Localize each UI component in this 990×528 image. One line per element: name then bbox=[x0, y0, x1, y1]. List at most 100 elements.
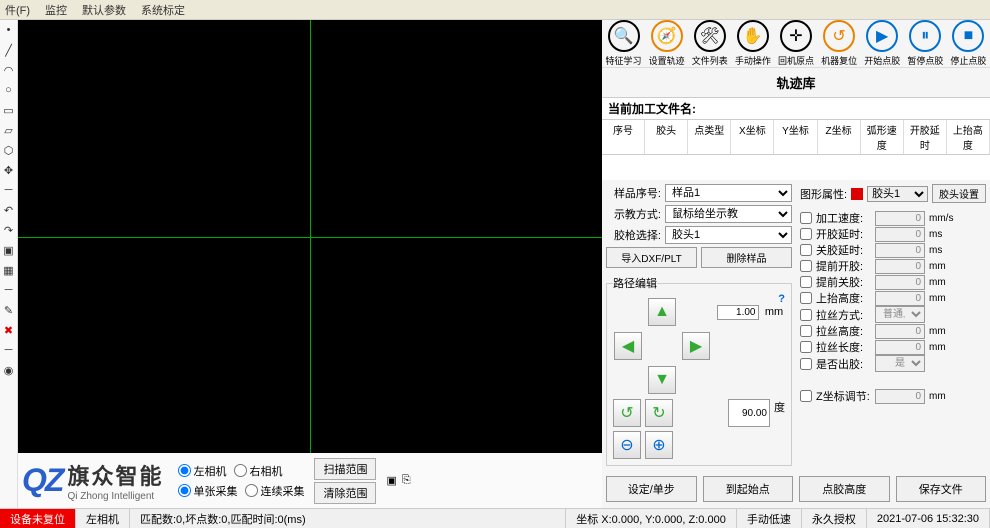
tool-arc-icon[interactable]: ◠ bbox=[0, 60, 17, 80]
z-adjust-check[interactable] bbox=[800, 390, 812, 402]
toolbar-btn-4[interactable]: ✛回机原点 bbox=[778, 20, 814, 67]
capture-cont-radio[interactable]: 连续采集 bbox=[245, 483, 304, 499]
head-settings-button[interactable]: 胶头设置 bbox=[932, 184, 986, 203]
tool-del-icon[interactable]: ✖ bbox=[0, 320, 17, 340]
param-check-5[interactable] bbox=[800, 292, 812, 304]
sample-select[interactable]: 样品1 bbox=[665, 184, 792, 202]
param-value-1[interactable]: 0 bbox=[875, 227, 925, 242]
menubar: 件(F) 监控 默认参数 系统标定 bbox=[0, 0, 990, 20]
rotate-ccw-button[interactable]: ↺ bbox=[613, 399, 641, 427]
viewport[interactable] bbox=[18, 20, 602, 453]
status-camera: 左相机 bbox=[76, 509, 130, 528]
path-edit-panel: 路径编辑 ? ▲ mm ◀▶ ▼ ↺ ↻ 度 bbox=[606, 275, 792, 466]
toolbar-btn-0[interactable]: 🔍特征学习 bbox=[606, 20, 642, 67]
tool-redo-icon[interactable]: ↷ bbox=[0, 220, 17, 240]
param-check-9[interactable] bbox=[800, 358, 812, 370]
toolbar-btn-6[interactable]: ▶开始点胶 bbox=[864, 20, 900, 67]
toolbar-btn-7[interactable]: ⏸暂停点胶 bbox=[907, 20, 943, 67]
head-select[interactable]: 胶头1 bbox=[665, 226, 792, 244]
attr-head-select[interactable]: 胶头1 bbox=[867, 186, 928, 202]
scan-range-button[interactable]: 扫描范围 bbox=[314, 458, 376, 480]
tool-copy-icon[interactable]: ▣ bbox=[0, 240, 17, 260]
rotate-cw-button[interactable]: ↻ bbox=[645, 399, 673, 427]
menu-defaults[interactable]: 默认参数 bbox=[82, 2, 126, 18]
col-header: 上抬高度 bbox=[947, 120, 990, 154]
table-body[interactable] bbox=[602, 155, 990, 180]
tool-grid-icon[interactable]: ▦ bbox=[0, 260, 17, 280]
arrow-right-button[interactable]: ▶ bbox=[682, 332, 710, 360]
camera-right-radio[interactable]: 右相机 bbox=[234, 463, 282, 479]
param-value-0[interactable]: 0 bbox=[875, 211, 925, 226]
tool-circle-icon[interactable]: ○ bbox=[0, 80, 17, 100]
param-value-4[interactable]: 0 bbox=[875, 275, 925, 290]
menu-file[interactable]: 件(F) bbox=[5, 2, 30, 18]
toolbar-btn-5[interactable]: ↺机器复位 bbox=[821, 20, 857, 67]
bottom-btn-1[interactable]: 到起始点 bbox=[703, 476, 794, 502]
bottom-btn-2[interactable]: 点胶高度 bbox=[799, 476, 890, 502]
tool-line-icon[interactable]: ╱ bbox=[0, 40, 17, 60]
menu-system[interactable]: 系统标定 bbox=[141, 2, 185, 18]
param-value-7[interactable]: 0 bbox=[875, 324, 925, 339]
toolbar-btn-1[interactable]: 🧭设置轨迹 bbox=[649, 20, 685, 67]
param-value-5[interactable]: 0 bbox=[875, 291, 925, 306]
import-button[interactable]: 导入DXF/PLT bbox=[606, 247, 697, 268]
tool-cam-icon[interactable]: ◉ bbox=[0, 360, 17, 380]
zoom-in-button[interactable]: ⊕ bbox=[645, 431, 673, 459]
arrow-left-button[interactable]: ◀ bbox=[614, 332, 642, 360]
col-header: Z坐标 bbox=[818, 120, 861, 154]
zoom-out-button[interactable]: ⊖ bbox=[613, 431, 641, 459]
delete-sample-button[interactable]: 删除样品 bbox=[701, 247, 792, 268]
arrow-down-button[interactable]: ▼ bbox=[648, 366, 676, 394]
toolbar-btn-8[interactable]: ■停止点胶 bbox=[950, 20, 986, 67]
param-check-1[interactable] bbox=[800, 228, 812, 240]
col-header: 点类型 bbox=[688, 120, 731, 154]
param-value-2[interactable]: 0 bbox=[875, 243, 925, 258]
param-value-8[interactable]: 0 bbox=[875, 340, 925, 355]
logo: QZ 旗众智能 Qi Zhong Intelligent bbox=[22, 459, 163, 502]
export-icon[interactable]: ⎘ bbox=[402, 474, 411, 487]
camera-left-radio[interactable]: 左相机 bbox=[178, 463, 226, 479]
table-header: 序号胶头点类型X坐标Y坐标Z坐标弧形速度开胶延时上抬高度 bbox=[602, 120, 990, 155]
status-coord: 坐标 X:0.000, Y:0.000, Z:0.000 bbox=[566, 509, 737, 528]
viewport-controls: QZ 旗众智能 Qi Zhong Intelligent 左相机 右相机 单张采… bbox=[18, 453, 602, 508]
status-match: 匹配数:0,坏点数:0,匹配时间:0(ms) bbox=[130, 509, 566, 528]
tool-sep2: ─ bbox=[0, 280, 17, 300]
arrow-up-button[interactable]: ▲ bbox=[648, 298, 676, 326]
param-check-7[interactable] bbox=[800, 325, 812, 337]
col-header: 胶头 bbox=[645, 120, 688, 154]
step-input[interactable] bbox=[717, 305, 759, 320]
param-check-6[interactable] bbox=[800, 309, 812, 321]
help-icon[interactable]: ? bbox=[778, 293, 785, 305]
tool-point-icon[interactable]: • bbox=[0, 20, 17, 40]
teach-mode-select[interactable]: 鼠标给坐示教 bbox=[665, 205, 792, 223]
angle-input[interactable] bbox=[728, 399, 770, 427]
capture-single-radio[interactable]: 单张采集 bbox=[178, 483, 237, 499]
toolbar-btn-3[interactable]: ✋手动操作 bbox=[735, 20, 771, 67]
param-check-2[interactable] bbox=[800, 244, 812, 256]
toolbar-btn-2[interactable]: 🛠文件列表 bbox=[692, 20, 728, 67]
crosshair-v bbox=[310, 20, 311, 453]
col-header: Y坐标 bbox=[774, 120, 817, 154]
param-check-0[interactable] bbox=[800, 212, 812, 224]
bottom-btn-0[interactable]: 设定/单步 bbox=[606, 476, 697, 502]
param-select-9[interactable]: 是 bbox=[875, 355, 925, 372]
tool-move-icon[interactable]: ✥ bbox=[0, 160, 17, 180]
bottom-btn-3[interactable]: 保存文件 bbox=[896, 476, 987, 502]
tool-rect-icon[interactable]: ▭ bbox=[0, 100, 17, 120]
align-icon[interactable]: ▣ bbox=[386, 474, 396, 487]
clear-range-button[interactable]: 清除范围 bbox=[314, 482, 376, 504]
status-device: 设备未复位 bbox=[0, 509, 76, 528]
tool-star-icon[interactable]: ⬡ bbox=[0, 140, 17, 160]
param-select-6[interactable]: 普通上抬 bbox=[875, 306, 925, 323]
param-check-3[interactable] bbox=[800, 260, 812, 272]
tool-undo-icon[interactable]: ↶ bbox=[0, 200, 17, 220]
param-check-8[interactable] bbox=[800, 341, 812, 353]
menu-monitor[interactable]: 监控 bbox=[45, 2, 67, 18]
tool-sep1: ─ bbox=[0, 180, 17, 200]
tool-poly-icon[interactable]: ▱ bbox=[0, 120, 17, 140]
status-time: 2021-07-06 15:32:30 bbox=[867, 509, 990, 528]
param-check-4[interactable] bbox=[800, 276, 812, 288]
tool-pick-icon[interactable]: ✎ bbox=[0, 300, 17, 320]
param-value-3[interactable]: 0 bbox=[875, 259, 925, 274]
color-swatch bbox=[851, 188, 863, 200]
